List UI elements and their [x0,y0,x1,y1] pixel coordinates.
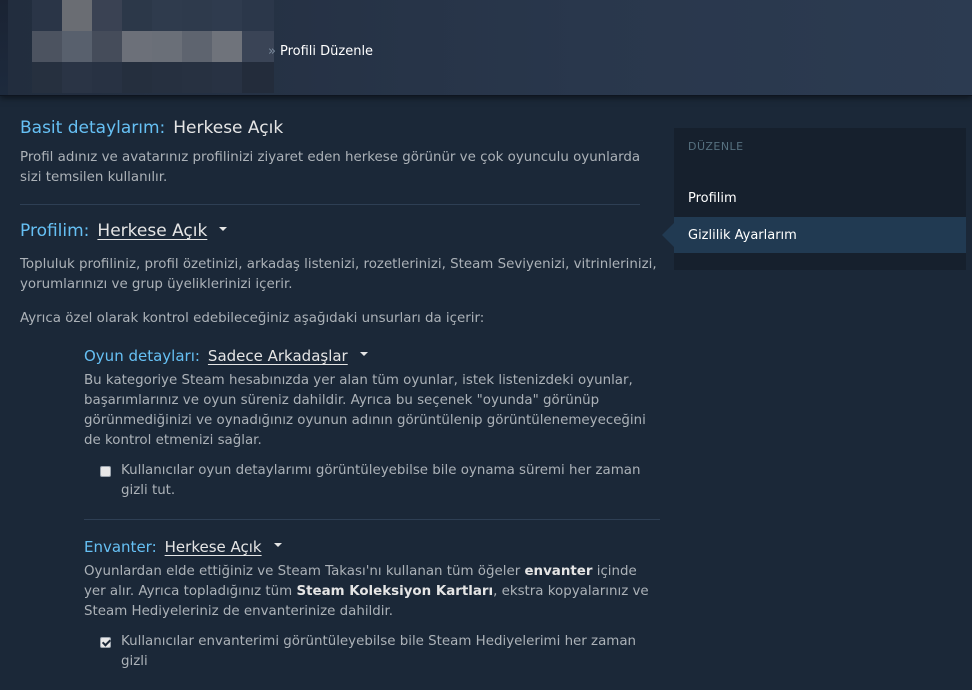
inventory-header: Envanter: Herkese Açık [84,538,660,556]
inventory-title: Envanter: [84,538,157,556]
sidebar-heading: DÜZENLE [688,140,744,153]
profile-title: Profilim: [20,221,90,241]
chevron-down-icon [359,352,368,356]
blurred-avatar [32,0,274,93]
profile-description: Topluluk profiliniz, profil özetinizi, a… [20,257,657,292]
game-details-privacy-value: Sadece Arkadaşlar [207,347,348,365]
game-details-description: Bu kategoriye Steam hesabınızda yer alan… [84,373,646,448]
game-details-privacy-dropdown[interactable]: Sadece Arkadaşlar [208,347,368,365]
inventory-description: Oyunlardan elde ettiğiniz ve Steam Takas… [84,562,660,622]
sidebar-item-privacy[interactable]: Gizlilik Ayarlarım [662,217,966,253]
game-details-title: Oyun detayları: [84,347,200,365]
basic-details-title: Basit detaylarım: [20,118,166,138]
inventory-privacy-dropdown[interactable]: Herkese Açık [165,538,282,556]
basic-details-header: Basit detaylarım: Herkese Açık [20,118,660,138]
basic-details-value: Herkese Açık [173,118,284,138]
profile-privacy-dropdown[interactable]: Herkese Açık [97,221,228,241]
edit-sidebar: DÜZENLE Profilim Gizlilik Ayarlarım [662,128,966,270]
breadcrumb-separator: » [268,44,276,59]
profile-header-row: Profilim: Herkese Açık [20,221,660,241]
inventory-section: Envanter: Herkese Açık Oyunlardan elde e… [84,538,660,672]
hide-gifts-label[interactable]: Kullanıcılar envanterimi görüntüleyebils… [121,632,660,672]
chevron-down-icon [273,543,282,547]
hide-gifts-checkbox[interactable] [100,637,111,648]
breadcrumb: » Profili Düzenle [268,44,373,59]
hide-playtime-checkbox[interactable] [100,466,111,477]
section-divider [20,204,640,205]
profile-description-extra: Ayrıca özel olarak kontrol edebileceğini… [20,311,485,326]
profile-privacy-value: Herkese Açık [97,221,208,241]
privacy-settings-main: Basit detaylarım: Herkese Açık Profil ad… [20,118,660,672]
hide-playtime-option[interactable]: Kullanıcılar oyun detaylarımı görüntüley… [100,461,660,501]
basic-details-description: Profil adınız ve avatarınız profilinizi … [20,150,641,185]
chevron-down-icon [219,227,228,231]
game-details-section: Oyun detayları: Sadece Arkadaşlar Bu kat… [84,347,660,520]
game-details-header: Oyun detayları: Sadece Arkadaşlar [84,347,660,365]
hide-playtime-label[interactable]: Kullanıcılar oyun detaylarımı görüntüley… [121,461,660,501]
sidebar-item-label: Profilim [688,190,737,206]
inventory-desc-bold: envanter [524,564,593,579]
profile-header: » Profili Düzenle [0,0,972,96]
inventory-desc-text: Oyunlardan elde ettiğiniz ve Steam Takas… [84,564,525,579]
section-divider [84,519,660,520]
breadcrumb-current: Profili Düzenle [279,44,374,59]
hide-gifts-option[interactable]: Kullanıcılar envanterimi görüntüleyebils… [100,632,660,672]
inventory-desc-bold: Steam Koleksiyon Kartları [296,584,494,599]
inventory-privacy-value: Herkese Açık [164,538,262,556]
sidebar-item-label: Gizlilik Ayarlarım [688,227,797,243]
sidebar-item-profile[interactable]: Profilim [674,180,966,216]
